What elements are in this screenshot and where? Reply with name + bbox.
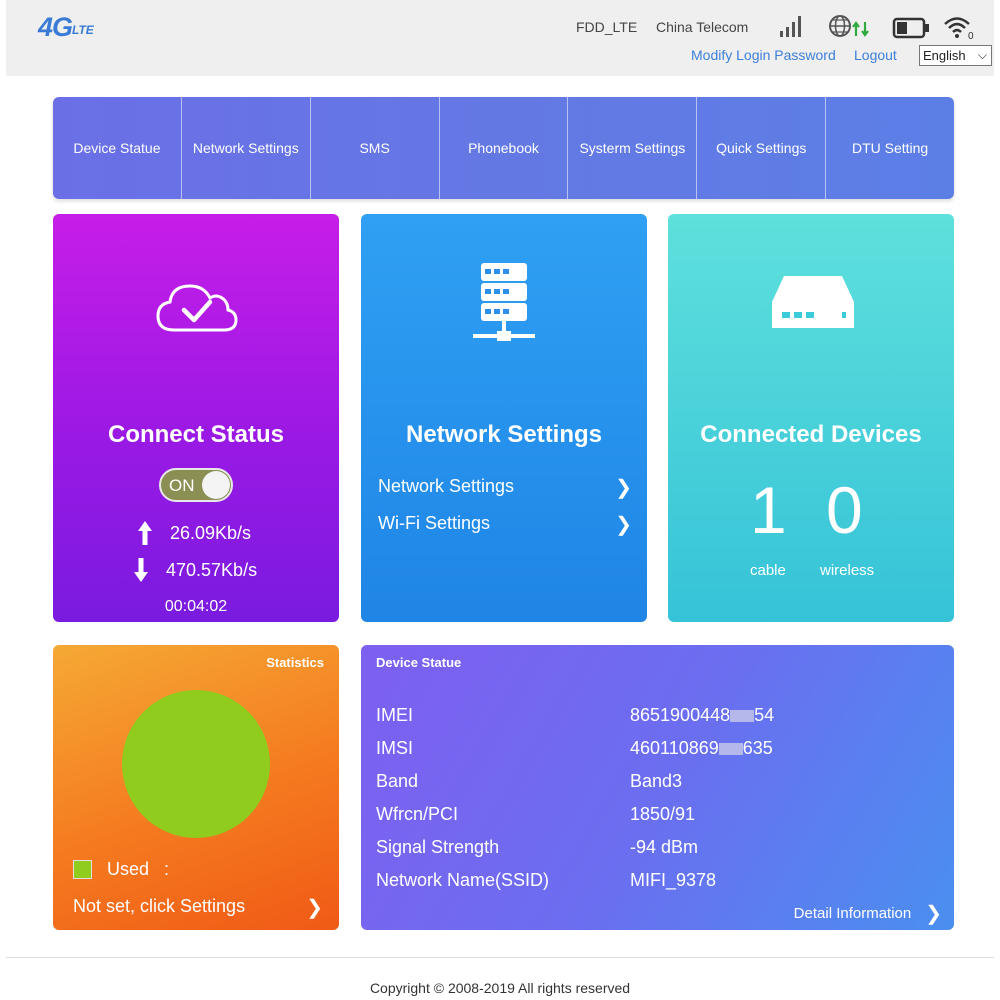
wifi-settings-link[interactable]: Wi-Fi Settings ❯ [378, 513, 632, 536]
cable-label: cable [750, 562, 786, 579]
svg-text:0: 0 [968, 31, 974, 40]
detail-information-link[interactable]: Detail Information ❯ [793, 899, 942, 925]
server-icon [473, 263, 535, 341]
upload-rate: 26.09Kb/s [170, 523, 252, 543]
nav-sms[interactable]: SMS [311, 97, 440, 199]
network-settings-link[interactable]: Network Settings ❯ [378, 476, 632, 499]
wireless-device-count: 0 [826, 473, 863, 547]
nav-system-settings[interactable]: Systerm Settings [568, 97, 698, 199]
wifi-icon: 0 [944, 17, 974, 40]
device-status-title: Device Statue [376, 655, 462, 670]
chevron-right-icon: ❯ [615, 477, 632, 499]
chevron-down-icon: ⌵ [977, 48, 987, 62]
network-settings-link-label: Network Settings [378, 476, 515, 496]
wireless-label: wireless [820, 562, 875, 579]
connection-duration: 00:04:02 [164, 598, 228, 615]
usage-pie-chart [122, 690, 270, 838]
chevron-right-icon: ❯ [306, 897, 323, 919]
detail-information-label: Detail Information [793, 905, 912, 922]
nav-quick-settings[interactable]: Quick Settings [697, 97, 827, 199]
statistics-title: Statistics [266, 655, 324, 670]
connected-devices-card: Connected Devices 1 0 cable wireless [668, 214, 954, 622]
logout-link[interactable]: Logout [854, 47, 897, 63]
connected-devices-title: Connected Devices [700, 421, 922, 448]
download-rate: 470.57Kb/s [166, 560, 258, 580]
cloud-check-icon [156, 284, 238, 332]
device-status-card: Device Statue IMEI 8651900448 54 IMSI 460… [361, 645, 954, 930]
statistics-settings-label: Not set, click Settings [73, 896, 246, 916]
chevron-right-icon: ❯ [615, 514, 632, 536]
connect-status-title: Connect Status [107, 421, 284, 448]
connection-toggle[interactable]: ON [159, 468, 233, 502]
battery-icon [892, 17, 929, 39]
nav-phonebook[interactable]: Phonebook [440, 97, 569, 199]
footer-divider [6, 957, 994, 958]
download-arrow-icon [134, 558, 148, 582]
signal-strength-icon [780, 16, 801, 37]
nav-dtu-setting[interactable]: DTU Setting [826, 97, 954, 199]
statistics-settings-link[interactable]: Not set, click Settings ❯ [73, 896, 323, 919]
connect-status-card: Connect Status ON 26.09Kb/s 470.57Kb/s 0… [53, 214, 339, 622]
cable-device-count: 1 [750, 473, 787, 547]
modify-password-link[interactable]: Modify Login Password [691, 47, 836, 63]
statistics-card: Statistics Used : Not set, click Setting… [53, 645, 339, 930]
toggle-knob [202, 471, 230, 499]
nav-network-settings[interactable]: Network Settings [182, 97, 311, 199]
network-type-label: FDD_LTE [576, 19, 638, 35]
used-legend-swatch [73, 860, 92, 879]
router-icon [772, 276, 854, 328]
network-settings-card: Network Settings Network Settings ❯ Wi-F… [361, 214, 647, 622]
footer-copyright: Copyright © 2008-2019 All rights reserve… [369, 980, 631, 996]
chevron-right-icon: ❯ [925, 903, 942, 925]
upload-arrow-icon [138, 521, 152, 545]
used-legend-label: Used : [107, 859, 170, 879]
nav-device-statue[interactable]: Device Statue [53, 97, 182, 199]
carrier-label: China Telecom [656, 19, 749, 35]
wifi-settings-link-label: Wi-Fi Settings [378, 513, 491, 533]
internet-connected-icon [829, 15, 869, 37]
header-bar: 4GLTE FDD_LTE China Telecom 0 Modify Log… [6, 0, 994, 76]
logo: 4GLTE [38, 12, 94, 42]
toggle-label: ON [169, 476, 195, 495]
main-nav: Device Statue Network Settings SMS Phone… [53, 97, 954, 199]
language-select[interactable]: English ⌵ [919, 45, 992, 66]
network-settings-title: Network Settings [405, 421, 603, 448]
language-select-value: English [923, 48, 966, 63]
